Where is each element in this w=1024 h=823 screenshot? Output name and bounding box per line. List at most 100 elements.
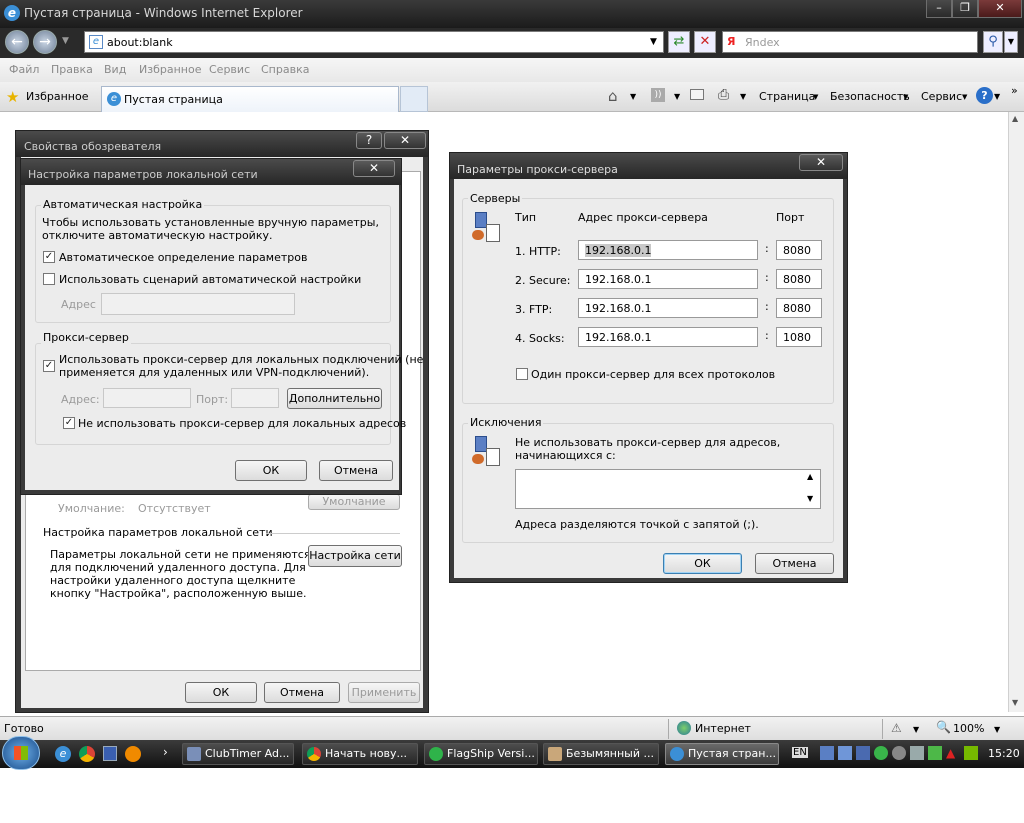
proxy-settings-close-button[interactable]: ✕ <box>799 154 843 171</box>
quicklaunch-ie-icon[interactable]: e <box>55 746 71 762</box>
tray-icon-9[interactable] <box>964 746 978 760</box>
minimize-button[interactable]: – <box>926 0 952 18</box>
help-dropdown-icon[interactable]: ▼ <box>994 92 1000 101</box>
tray-icon-3[interactable] <box>856 746 870 760</box>
back-button[interactable]: ← <box>5 30 29 54</box>
http-address-input[interactable]: 192.168.0.1 <box>578 240 758 260</box>
internet-options-help-button[interactable]: ? <box>356 132 382 149</box>
menu-file[interactable]: Файл <box>9 63 39 76</box>
same-proxy-checkbox[interactable] <box>516 368 528 380</box>
internet-options-apply-button[interactable]: Применить <box>348 682 420 703</box>
bypass-local-checkbox[interactable]: ✓ <box>63 417 75 429</box>
tray-icon-2[interactable] <box>838 746 852 760</box>
quicklaunch-more-icon[interactable]: › <box>163 745 168 759</box>
secure-address-input[interactable]: 192.168.0.1 <box>578 269 758 289</box>
lan-cancel-button[interactable]: Отмена <box>319 460 393 481</box>
tray-icon-4[interactable] <box>874 746 888 760</box>
help-icon[interactable]: ? <box>976 87 993 104</box>
proxy-cancel-button[interactable]: Отмена <box>755 553 834 574</box>
exceptions-scroll-up-icon[interactable]: ▲ <box>807 472 813 481</box>
close-window-button[interactable]: ✕ <box>978 0 1022 18</box>
search-input[interactable]: Я Яndex <box>722 31 978 53</box>
quicklaunch-save-icon[interactable] <box>103 746 117 761</box>
stop-button[interactable]: ✕ <box>694 31 716 53</box>
socks-port-input[interactable]: 1080 <box>776 327 822 347</box>
menu-help[interactable]: Справка <box>261 63 309 76</box>
internet-options-ok-button[interactable]: ОК <box>185 682 257 703</box>
tray-icon-1[interactable] <box>820 746 834 760</box>
quicklaunch-chrome-icon[interactable] <box>79 746 95 762</box>
menu-favorites[interactable]: Избранное <box>139 63 201 76</box>
feeds-icon[interactable]: )) <box>651 88 665 102</box>
protected-mode-dropdown-icon[interactable]: ▼ <box>913 725 919 734</box>
search-options-button[interactable]: ▼ <box>1004 31 1018 53</box>
new-tab-button[interactable] <box>400 86 428 112</box>
tray-icon-7[interactable] <box>928 746 942 760</box>
feeds-dropdown-icon[interactable]: ▼ <box>674 92 680 101</box>
default-button[interactable]: Умолчание <box>308 494 400 510</box>
tray-icon-6[interactable] <box>910 746 924 760</box>
ftp-address-input[interactable]: 192.168.0.1 <box>578 298 758 318</box>
refresh-button[interactable]: ⇄ <box>668 31 690 53</box>
lan-ok-button[interactable]: ОК <box>235 460 307 481</box>
auto-detect-checkbox[interactable]: ✓ <box>43 251 55 263</box>
task-flagship[interactable]: FlagShip Versi... <box>424 743 538 765</box>
http-port-input[interactable]: 8080 <box>776 240 822 260</box>
lan-settings-close-button[interactable]: ✕ <box>353 160 395 177</box>
zoom-dropdown-icon[interactable]: ▼ <box>994 725 1000 734</box>
internet-options-cancel-button[interactable]: Отмена <box>264 682 340 703</box>
security-menu[interactable]: Безопасность <box>830 90 910 103</box>
proxy-ok-button[interactable]: ОК <box>663 553 742 574</box>
scroll-down-icon[interactable]: ▼ <box>1012 698 1018 707</box>
quicklaunch-avast-icon[interactable] <box>125 746 141 762</box>
scroll-up-icon[interactable]: ▲ <box>1012 114 1018 123</box>
clock[interactable]: 15:20 <box>988 747 1020 760</box>
internet-options-close-button[interactable]: ✕ <box>384 132 426 149</box>
search-button[interactable]: ⚲ <box>983 31 1003 53</box>
home-icon[interactable]: ⌂ <box>608 87 618 105</box>
print-icon[interactable]: ⎙ <box>718 87 729 103</box>
exceptions-desc-2: начинающихся с: <box>515 449 616 462</box>
start-button[interactable] <box>2 736 40 770</box>
forward-button[interactable]: → <box>33 30 57 54</box>
page-menu[interactable]: Страница <box>759 90 815 103</box>
proxy-port-input[interactable] <box>231 388 279 408</box>
ftp-port-input[interactable]: 8080 <box>776 298 822 318</box>
menu-view[interactable]: Вид <box>104 63 126 76</box>
task-clubtimer[interactable]: ClubTimer Ad... <box>182 743 294 765</box>
chevron-more-icon[interactable]: » <box>1011 84 1018 97</box>
tools-menu[interactable]: Сервис <box>921 90 962 103</box>
tray-icon-5[interactable] <box>892 746 906 760</box>
address-input[interactable]: e about:blank ▼ <box>84 31 664 53</box>
protected-mode-icon[interactable]: ⚠ <box>891 721 902 735</box>
task-untitled[interactable]: Безымянный ... <box>543 743 659 765</box>
proxy-address-input[interactable] <box>103 388 191 408</box>
menu-edit[interactable]: Правка <box>51 63 93 76</box>
exceptions-scroll-down-icon[interactable]: ▼ <box>807 494 813 503</box>
language-indicator[interactable]: EN <box>792 747 808 758</box>
vertical-scrollbar[interactable]: ▲ ▼ <box>1008 112 1024 712</box>
address-dropdown-icon[interactable]: ▼ <box>650 37 657 47</box>
use-script-checkbox[interactable] <box>43 273 55 285</box>
menu-tools[interactable]: Сервис <box>209 63 250 76</box>
favorites-button[interactable]: Избранное <box>26 90 88 103</box>
secure-port-input[interactable]: 8080 <box>776 269 822 289</box>
bypass-local-label: Не использовать прокси-сервер для локаль… <box>78 417 407 430</box>
tab-blank-page[interactable]: e Пустая страница <box>101 86 399 112</box>
history-dropdown-icon[interactable]: ▼ <box>62 36 69 46</box>
maximize-button[interactable]: ❐ <box>952 0 978 18</box>
task-chrome[interactable]: Начать нову... <box>302 743 418 765</box>
mail-icon[interactable] <box>690 89 704 100</box>
home-dropdown-icon[interactable]: ▼ <box>630 92 636 101</box>
exceptions-textarea[interactable]: ▲ ▼ <box>515 469 821 509</box>
script-address-input[interactable] <box>101 293 295 315</box>
print-dropdown-icon[interactable]: ▼ <box>740 92 746 101</box>
tray-icon-8[interactable]: ▲ <box>946 746 960 760</box>
lan-settings-button[interactable]: Настройка сети <box>308 545 402 567</box>
zoom-level[interactable]: 100% <box>953 722 984 735</box>
task-ie[interactable]: Пустая стран... <box>665 743 779 765</box>
use-proxy-checkbox[interactable]: ✓ <box>43 360 55 372</box>
socks-address-input[interactable]: 192.168.0.1 <box>578 327 758 347</box>
advanced-button[interactable]: Дополнительно <box>287 388 382 409</box>
zoom-icon[interactable]: 🔍 <box>936 720 951 734</box>
